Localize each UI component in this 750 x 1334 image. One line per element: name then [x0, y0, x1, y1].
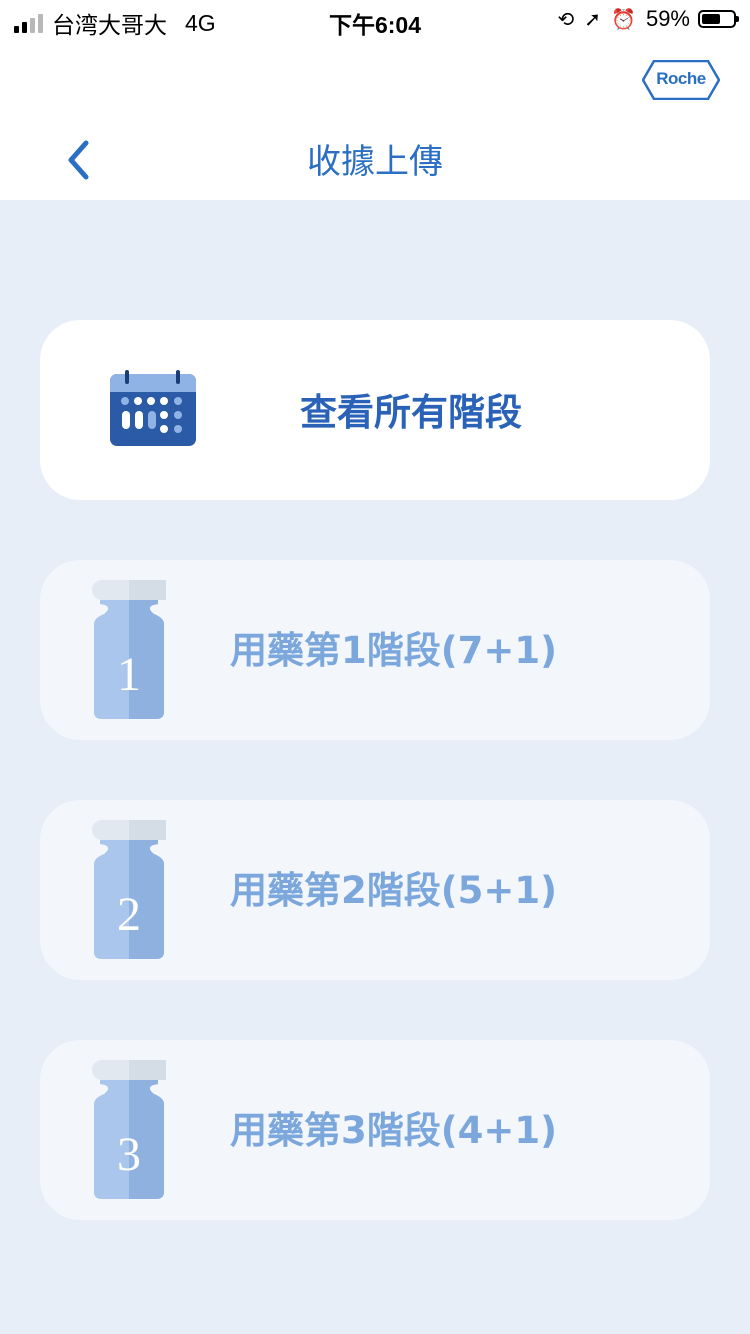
vial-icon: 1	[92, 579, 167, 720]
alarm-clock-icon: ⏰	[611, 7, 636, 31]
view-all-stages-label: 查看所有階段	[300, 391, 522, 434]
vial-icon: 3	[92, 1059, 167, 1200]
vial-number: 3	[117, 1128, 141, 1181]
stage-2-label: 用藥第2階段(5+1)	[230, 869, 558, 912]
battery-icon	[698, 10, 739, 28]
view-all-stages-button[interactable]: 查看所有階段	[40, 320, 710, 500]
stage-1-button[interactable]: 1 用藥第1階段(7+1)	[40, 560, 710, 740]
stage-3-label: 用藥第3階段(4+1)	[230, 1109, 558, 1152]
stage-2-button[interactable]: 2 用藥第2階段(5+1)	[40, 800, 710, 980]
vial-icon: 2	[92, 819, 167, 960]
roche-logo-text: Roche	[656, 69, 706, 88]
status-bar: 台湾大哥大 4G 下午6:04 ⟲ ➚ ⏰ 59%	[0, 0, 750, 40]
location-arrow-icon: ➚	[584, 7, 602, 31]
orientation-lock-icon: ⟲	[557, 7, 575, 31]
battery-percent: 59%	[645, 6, 690, 31]
status-bar-right: ⟲ ➚ ⏰ 59%	[557, 6, 739, 32]
calendar-icon	[108, 370, 198, 450]
vial-number: 2	[117, 888, 141, 941]
stage-3-button[interactable]: 3 用藥第3階段(4+1)	[40, 1040, 710, 1220]
battery-fill	[702, 14, 720, 24]
navigation-header: Roche 收據上傳	[0, 40, 750, 200]
roche-logo: Roche	[642, 60, 720, 100]
stage-1-label: 用藥第1階段(7+1)	[230, 629, 558, 672]
page-title: 收據上傳	[307, 142, 443, 182]
vial-number: 1	[117, 648, 141, 701]
